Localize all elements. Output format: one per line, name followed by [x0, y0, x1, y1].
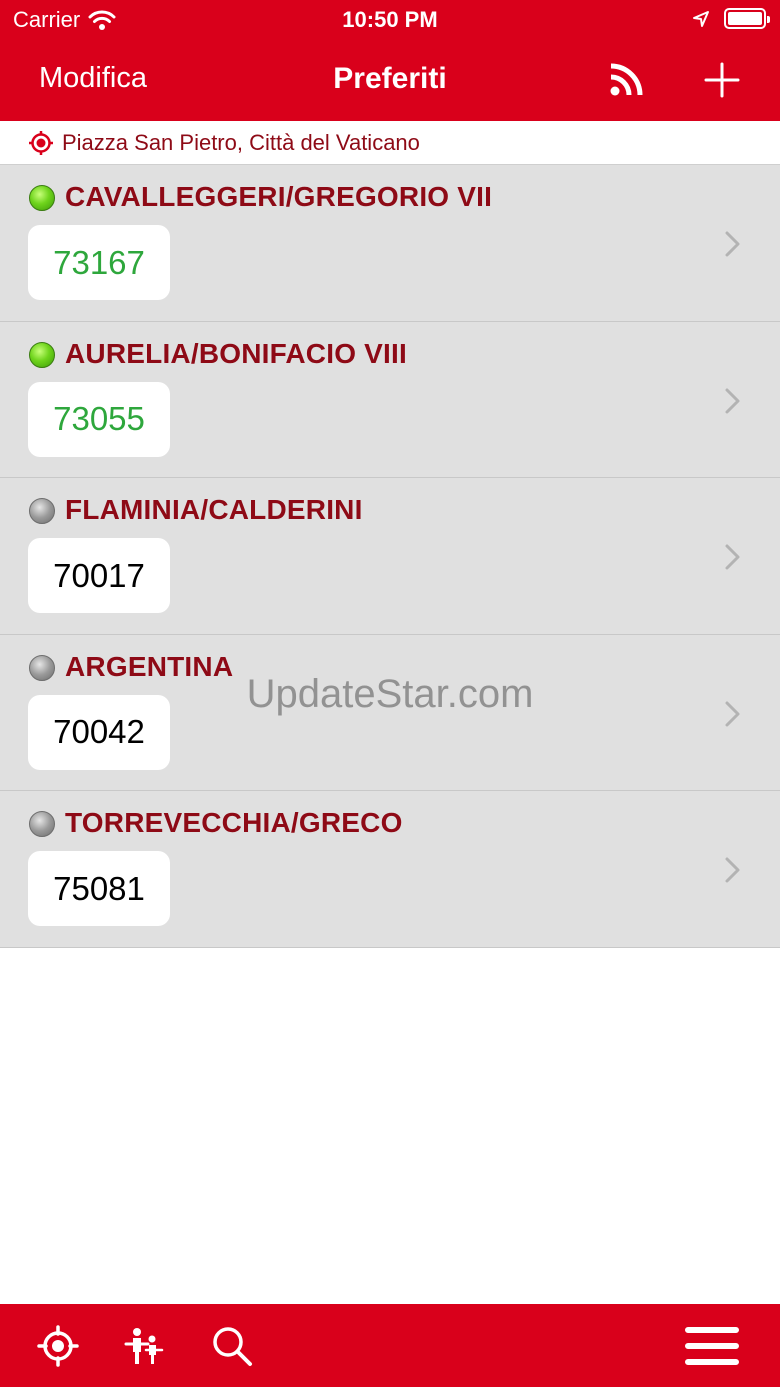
status-right [692, 8, 770, 29]
target-icon [29, 130, 53, 155]
location-text: Piazza San Pietro, Città del Vaticano [62, 129, 420, 155]
stop-code: 73055 [28, 381, 170, 457]
list-item[interactable]: ARGENTINA 70042 [0, 634, 780, 791]
stop-name: CAVALLEGGERI/GREGORIO VII [65, 181, 493, 212]
chevron-right-icon [725, 231, 740, 257]
plus-icon[interactable] [704, 62, 740, 98]
stop-name: FLAMINIA/CALDERINI [65, 494, 363, 525]
stop-code: 70042 [28, 694, 170, 770]
hamburger-menu-icon[interactable] [684, 1324, 740, 1368]
status-bar: Carrier 10:50 PM [0, 0, 780, 40]
chevron-right-icon [725, 388, 740, 413]
stop-code: 75081 [28, 851, 170, 926]
chevron-right-icon [725, 544, 740, 570]
list-item[interactable]: TORREVECCHIA/GRECO 75081 [0, 791, 780, 948]
stop-name: AURELIA/BONIFACIO VIII [65, 337, 407, 369]
stop-code: 73167 [28, 225, 170, 300]
navigation-bar: Modifica Preferiti [0, 40, 780, 121]
list-item[interactable]: FLAMINIA/CALDERINI 70017 [0, 478, 780, 635]
list-item[interactable]: AURELIA/BONIFACIO VIII 73055 [0, 321, 780, 478]
stop-name: TORREVECCHIA/GRECO [65, 807, 403, 838]
status-time: 10:50 PM [342, 7, 438, 32]
favorites-list: CAVALLEGGERI/GREGORIO VII 73167 AURELIA/… [0, 165, 780, 948]
status-dot [29, 341, 55, 368]
chevron-right-icon [725, 857, 740, 883]
people-icon[interactable] [122, 1324, 166, 1368]
target-icon[interactable] [36, 1324, 80, 1368]
page-title: Preferiti [333, 62, 447, 95]
battery-icon [724, 8, 770, 29]
bottom-tab-bar [0, 1304, 780, 1387]
status-dot [29, 654, 55, 681]
status-dot [29, 811, 55, 837]
stop-code: 70017 [28, 538, 170, 613]
status-dot [29, 498, 55, 524]
status-dot [29, 185, 55, 211]
chevron-right-icon [725, 701, 740, 726]
top-bar: Carrier 10:50 PM Modifica Preferiti [0, 0, 780, 121]
rss-icon[interactable] [608, 62, 644, 98]
location-arrow-icon [693, 10, 709, 27]
stop-name: ARGENTINA [65, 650, 234, 682]
list-item[interactable]: CAVALLEGGERI/GREGORIO VII 73167 [0, 165, 780, 322]
search-icon[interactable] [210, 1324, 254, 1368]
current-location-bar[interactable]: Piazza San Pietro, Città del Vaticano [0, 121, 780, 165]
